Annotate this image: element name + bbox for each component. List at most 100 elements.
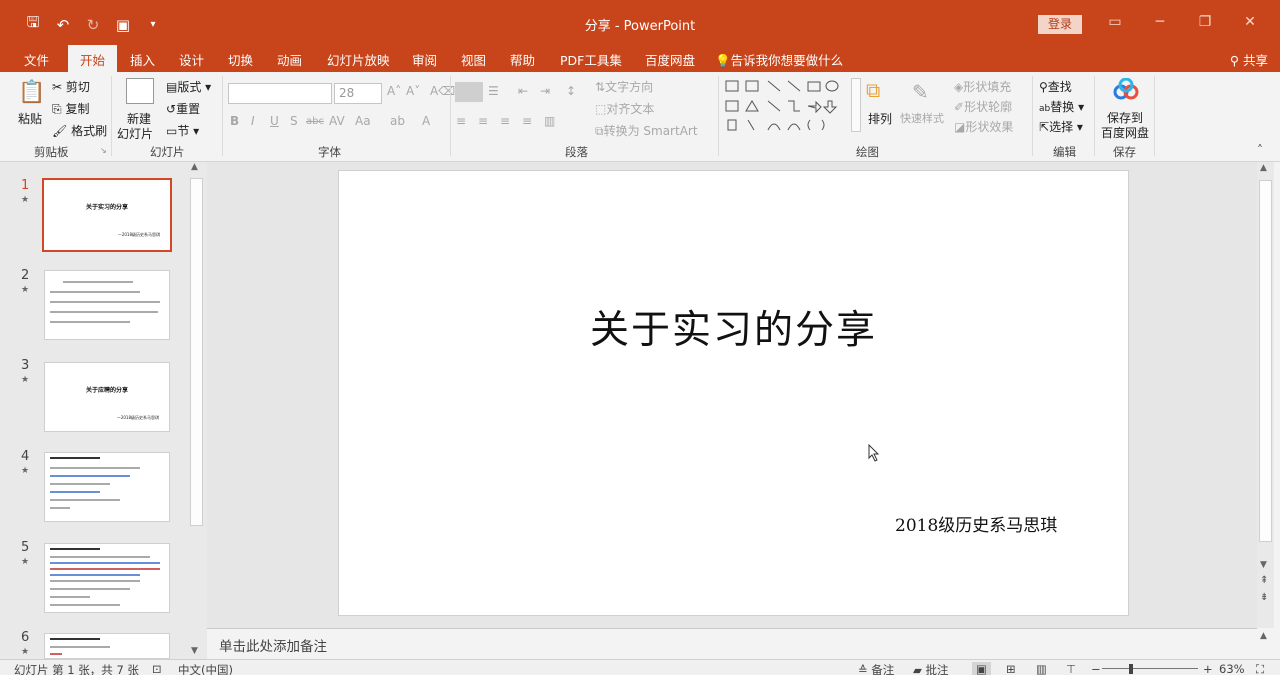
cut-button[interactable]: ✂ 剪切 [52,78,90,95]
comments-toggle[interactable]: ▰ 批注 [913,662,949,675]
tab-home[interactable]: 开始 [68,45,118,73]
share-button[interactable]: ⚲ 共享 [1230,50,1268,69]
highlight-icon[interactable]: ab [390,114,405,128]
login-button[interactable]: 登录 [1038,15,1082,34]
tab-view[interactable]: 视图 [461,50,486,69]
scroll-up-icon[interactable]: ▲ [191,162,198,172]
current-slide[interactable]: 关于实习的分享 2018级历史系马思琪 [338,170,1129,616]
font-size-combo[interactable]: 28 [334,83,382,104]
slide-thumbnail-3[interactable]: 关于应聘的分享 —2018级历史系马思琪 [44,362,170,432]
zoom-slider-thumb[interactable] [1129,664,1133,674]
quick-styles-icon[interactable]: ✎ [912,80,929,104]
shape-outline-button[interactable]: ✐形状轮廓 [954,98,1012,115]
line-spacing-icon[interactable]: ↕ [566,84,576,98]
editor-scroll-thumb[interactable] [1259,180,1272,542]
increase-indent-icon[interactable]: ⇥ [540,84,550,98]
minimize-icon[interactable]: ─ [1150,14,1170,30]
tab-baidu-netdisk[interactable]: 百度网盘 [645,50,695,69]
tab-insert[interactable]: 插入 [130,50,155,69]
slide-sorter-icon[interactable]: ⊞ [1006,662,1016,675]
spelling-icon[interactable]: ⊡ [152,662,162,675]
new-slide-label-2[interactable]: 幻灯片 [117,125,153,142]
layout-button[interactable]: ▤版式 ▾ [166,78,211,95]
replace-button[interactable]: ab替换 ▾ [1039,98,1084,115]
convert-smartart-button[interactable]: ⧉转换为 SmartArt [595,122,698,139]
reading-view-icon[interactable]: ▥ [1036,662,1047,675]
shape-fill-button[interactable]: ◈形状填充 [954,78,1011,95]
italic-icon[interactable]: I [251,114,255,128]
fit-to-window-icon[interactable]: ⛶ [1256,662,1264,675]
notes-scroll-up-icon[interactable]: ▲ [1260,631,1267,641]
font-color-icon[interactable]: A [422,114,430,128]
slide-thumbnail-5[interactable] [44,543,170,613]
bullets-icon[interactable] [455,82,483,102]
character-spacing-icon[interactable]: AV [329,114,345,128]
section-button[interactable]: ▭节 ▾ [166,122,199,139]
ribbon-display-options-icon[interactable]: ▭ [1105,14,1125,30]
maximize-icon[interactable]: ❐ [1195,14,1215,30]
align-left-icon[interactable]: ≡ [456,114,466,128]
language-status[interactable]: 中文(中国) [178,662,233,675]
clipboard-launcher-icon[interactable]: ↘ [100,146,107,155]
arrange-icon[interactable]: ⧉ [866,78,880,102]
tab-design[interactable]: 设计 [179,50,204,69]
columns-icon[interactable]: ▥ [544,114,555,128]
normal-view-icon[interactable]: ▣ [972,662,991,675]
slide-subtitle[interactable]: 2018级历史系马思琪 [895,511,1057,536]
previous-slide-icon[interactable]: ⇞ [1260,575,1268,586]
shrink-font-icon[interactable]: A˅ [406,84,420,98]
slide-title[interactable]: 关于实习的分享 [339,299,1128,355]
numbering-icon[interactable]: ☰ [488,84,499,98]
reset-button[interactable]: ↺重置 [166,100,200,117]
find-button[interactable]: ⚲查找 [1039,78,1072,95]
zoom-out-icon[interactable]: − [1091,662,1101,675]
tab-help[interactable]: 帮助 [510,50,535,69]
zoom-slider-track[interactable] [1102,668,1198,669]
slide-thumbnail-6[interactable] [44,633,170,659]
shadow-icon[interactable]: S [290,114,298,128]
collapse-ribbon-icon[interactable]: ˄ [1257,143,1263,157]
shape-effects-button[interactable]: ◪形状效果 [954,118,1013,135]
paste-icon[interactable]: 📋 [18,80,45,105]
quick-styles-button[interactable]: 快速样式 [900,110,944,126]
justify-icon[interactable]: ≡ [522,114,532,128]
next-slide-icon[interactable]: ⇟ [1260,592,1268,603]
text-direction-button[interactable]: ⇅文字方向 [595,78,653,95]
scroll-down-icon[interactable]: ▼ [1260,560,1267,570]
align-text-button[interactable]: ⬚对齐文本 [595,100,654,117]
paste-button[interactable]: 粘贴 [18,110,42,127]
grow-font-icon[interactable]: A˄ [387,84,401,98]
baidu-netdisk-icon[interactable] [1113,77,1139,103]
bold-icon[interactable]: B [230,114,239,128]
change-case-icon[interactable]: Aa [355,114,371,128]
zoom-level[interactable]: 63% [1219,662,1245,675]
tab-slide-show[interactable]: 幻灯片放映 [327,50,390,69]
slide-thumbnail-2[interactable] [44,270,170,340]
strikethrough-icon[interactable]: abc [306,116,324,127]
tab-transitions[interactable]: 切换 [228,50,253,69]
notes-toggle[interactable]: ≙ 备注 [858,662,894,675]
tab-review[interactable]: 审阅 [412,50,437,69]
align-center-icon[interactable]: ≡ [478,114,488,128]
tab-animations[interactable]: 动画 [277,50,302,69]
underline-icon[interactable]: U [270,114,279,128]
scroll-down-icon[interactable]: ▼ [191,646,198,656]
font-name-combo[interactable] [228,83,332,104]
thumbnails-scroll-thumb[interactable] [190,178,203,526]
shapes-gallery-scroll[interactable] [851,78,861,132]
slide-show-icon[interactable]: ⊤ [1066,662,1076,675]
slide-thumbnail-1[interactable]: 关于实习的分享 —2018级历史系马思琪 [42,178,172,252]
save-to-netdisk-label-2[interactable]: 百度网盘 [1101,124,1149,141]
arrange-button[interactable]: 排列 [868,110,892,127]
notes-pane[interactable]: 单击此处添加备注 [207,628,1257,658]
select-button[interactable]: ⇱选择 ▾ [1039,118,1083,135]
tab-file[interactable]: 文件 [24,50,49,69]
shapes-gallery[interactable] [724,78,848,134]
scroll-up-icon[interactable]: ▲ [1260,163,1267,173]
align-right-icon[interactable]: ≡ [500,114,510,128]
tab-pdf-tools[interactable]: PDF工具集 [560,50,622,69]
clear-formatting-icon[interactable]: A⌫ [430,84,455,98]
copy-button[interactable]: ⎘ 复制 [52,100,89,117]
format-painter-button[interactable]: 🖌 格式刷 [52,122,107,139]
close-icon[interactable]: ✕ [1240,14,1260,30]
